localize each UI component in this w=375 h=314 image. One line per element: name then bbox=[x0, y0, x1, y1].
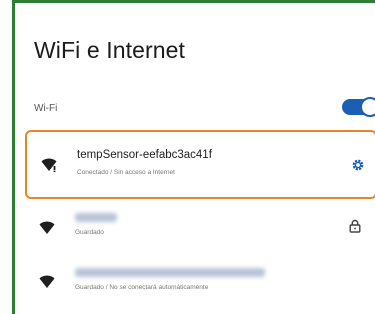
network-status: Guardado / No se conectará automáticamen… bbox=[75, 284, 209, 291]
wifi-section-label: Wi-Fi bbox=[34, 103, 58, 114]
page-title: WiFi e Internet bbox=[34, 37, 186, 63]
wifi-toggle[interactable] bbox=[342, 97, 375, 117]
settings-panel: WiFi e Internet Wi-Fi tempSensor-eefabc3… bbox=[12, 0, 375, 314]
wifi-exclamation-icon bbox=[41, 158, 57, 172]
gear-icon[interactable] bbox=[351, 158, 365, 172]
network-item-connected[interactable]: tempSensor-eefabc3ac41f Conectado / Sin … bbox=[25, 130, 375, 199]
network-status: Conectado / Sin acceso a Internet bbox=[77, 169, 175, 176]
network-status: Guardado bbox=[75, 229, 104, 236]
network-ssid-redacted bbox=[75, 268, 265, 277]
network-item-saved-manual[interactable]: Guardado / No se conectará automáticamen… bbox=[25, 258, 375, 308]
lock-icon bbox=[349, 219, 361, 233]
network-item-saved[interactable]: Guardado bbox=[25, 203, 375, 253]
network-ssid: tempSensor-eefabc3ac41f bbox=[77, 149, 212, 161]
network-ssid-redacted bbox=[75, 213, 117, 222]
wifi-icon bbox=[39, 221, 55, 234]
toggle-knob bbox=[360, 97, 375, 117]
wifi-icon bbox=[39, 275, 55, 288]
